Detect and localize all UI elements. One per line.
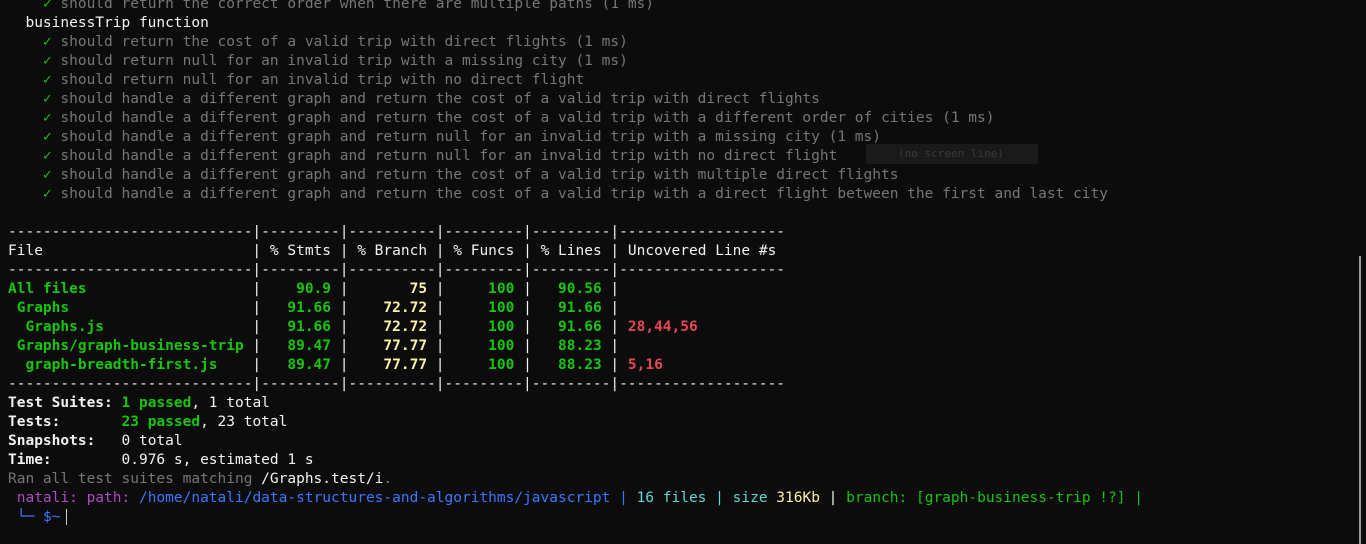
prompt-symbol: $~ [42, 509, 61, 525]
test-name: should handle a different graph and retu… [60, 91, 820, 107]
coverage-lines: 90.56 [540, 281, 602, 297]
header-stmts: % Stmts [269, 243, 332, 259]
header-funcs: % Funcs [453, 243, 515, 259]
prompt-size: 316Kb [776, 490, 820, 506]
coverage-row: graph-breadth-first.js | 89.47 | 77.77 |… [8, 357, 663, 373]
coverage-lines: 88.23 [540, 357, 602, 373]
shell-prompt-info: natali: path: /home/natali/data-structur… [16, 490, 1143, 506]
header-uncovered: Uncovered Line #s [627, 243, 777, 259]
coverage-funcs: 100 [453, 300, 515, 316]
coverage-branch: 72.72 [357, 300, 428, 316]
coverage-lines: 91.66 [540, 300, 602, 316]
coverage-branch: 77.77 [357, 338, 428, 354]
coverage-separator: ----------------------------|---------|-… [8, 376, 785, 392]
coverage-uncovered: 28,44,56 [627, 319, 698, 335]
coverage-header: File | % Stmts | % Branch | % Funcs | % … [8, 243, 777, 259]
coverage-branch: 77.77 [357, 357, 428, 373]
test-result-line: ✓ should return the correct order when t… [8, 0, 1366, 14]
test-result-line: ✓ should handle a different graph and re… [8, 128, 1366, 147]
coverage-separator: ----------------------------|---------|-… [8, 224, 785, 240]
coverage-funcs: 100 [453, 357, 515, 373]
coverage-stmts: 89.47 [269, 338, 332, 354]
faded-overlay: (no screen line) [866, 144, 1038, 164]
header-file: File [8, 243, 244, 259]
test-result-line: ✓ should return the cost of a valid trip… [8, 33, 1366, 52]
coverage-file: Graphs [8, 300, 244, 316]
coverage-funcs: 100 [453, 338, 515, 354]
header-lines: % Lines [540, 243, 602, 259]
coverage-uncovered: 5,16 [627, 357, 663, 373]
coverage-branch: 75 [357, 281, 428, 297]
test-result-line: ✓ should handle a different graph and re… [8, 185, 1366, 204]
coverage-file: All files [8, 281, 244, 297]
check-icon: ✓ [42, 129, 52, 145]
coverage-lines: 88.23 [540, 338, 602, 354]
coverage-file: Graphs/graph-business-trip [8, 338, 244, 354]
summary-tests: Tests: 23 passed, 23 total [8, 414, 288, 430]
check-icon: ✓ [42, 110, 52, 126]
check-icon: ✓ [42, 72, 52, 88]
coverage-stmts: 91.66 [269, 319, 332, 335]
check-icon: ✓ [42, 34, 52, 50]
test-name: should handle a different graph and retu… [60, 148, 838, 164]
check-icon: ✓ [42, 91, 52, 107]
summary-ran: Ran all test suites matching /Graphs.tes… [8, 471, 393, 487]
prompt-user: natali: [16, 490, 78, 506]
coverage-stmts: 89.47 [269, 357, 332, 373]
test-result-line: ✓ should return null for an invalid trip… [8, 52, 1366, 71]
coverage-stmts: 91.66 [269, 300, 332, 316]
coverage-row: Graphs | 91.66 | 72.72 | 100 | 91.66 | [8, 300, 628, 316]
coverage-funcs: 100 [453, 319, 515, 335]
header-branch: % Branch [357, 243, 428, 259]
coverage-row: Graphs.js | 91.66 | 72.72 | 100 | 91.66 … [8, 319, 698, 335]
coverage-stmts: 90.9 [269, 281, 332, 297]
check-icon: ✓ [42, 0, 52, 12]
coverage-branch: 72.72 [357, 319, 428, 335]
summary-snapshots: Snapshots: 0 total [8, 433, 183, 449]
prompt-corner: └─ [16, 509, 35, 525]
test-name: should return the correct order when the… [60, 0, 655, 12]
test-name: should return null for an invalid trip w… [60, 72, 585, 88]
check-icon: ✓ [42, 148, 52, 164]
test-name: should handle a different graph and retu… [60, 186, 1108, 202]
shell-input-line[interactable]: └─ $~ [8, 508, 1366, 527]
coverage-file: Graphs.js [8, 319, 244, 335]
check-icon: ✓ [42, 167, 52, 183]
coverage-funcs: 100 [453, 281, 515, 297]
summary-suites: Test Suites: 1 passed, 1 total [8, 395, 270, 411]
check-icon: ✓ [42, 186, 52, 202]
prompt-path: /home/natali/data-structures-and-algorit… [138, 490, 611, 506]
scrollbar[interactable] [1359, 256, 1361, 544]
coverage-lines: 91.66 [540, 319, 602, 335]
coverage-row: Graphs/graph-business-trip | 89.47 | 77.… [8, 338, 628, 354]
check-icon: ✓ [42, 53, 52, 69]
test-name: should return null for an invalid trip w… [60, 53, 628, 69]
test-list: ✓ should return the cost of a valid trip… [8, 33, 1366, 204]
test-result-line: ✓ should return null for an invalid trip… [8, 71, 1366, 90]
prompt-files: 16 files [636, 490, 707, 506]
test-result-line: ✓ should handle a different graph and re… [8, 90, 1366, 109]
prompt-branch: [graph-business-trip !?] [915, 490, 1126, 506]
test-group-title: businessTrip function [25, 15, 209, 31]
test-name: should handle a different graph and retu… [60, 167, 899, 183]
coverage-file: graph-breadth-first.js [8, 357, 244, 373]
coverage-row: All files | 90.9 | 75 | 100 | 90.56 | [8, 281, 628, 297]
terminal-output: ✓ should return the correct order when t… [8, 0, 1366, 527]
test-name: should return the cost of a valid trip w… [60, 34, 628, 50]
test-result-line: ✓ should handle a different graph and re… [8, 166, 1366, 185]
coverage-table: All files | 90.9 | 75 | 100 | 90.56 | Gr… [8, 280, 1366, 375]
summary-time: Time: 0.976 s, estimated 1 s [8, 452, 314, 468]
test-result-line: ✓ should handle a different graph and re… [8, 109, 1366, 128]
test-name: should handle a different graph and retu… [60, 110, 995, 126]
coverage-separator: ----------------------------|---------|-… [8, 262, 785, 278]
text-cursor[interactable] [66, 509, 68, 525]
test-result-line: ✓ should handle a different graph and re… [8, 147, 1366, 166]
test-name: should handle a different graph and retu… [60, 129, 881, 145]
